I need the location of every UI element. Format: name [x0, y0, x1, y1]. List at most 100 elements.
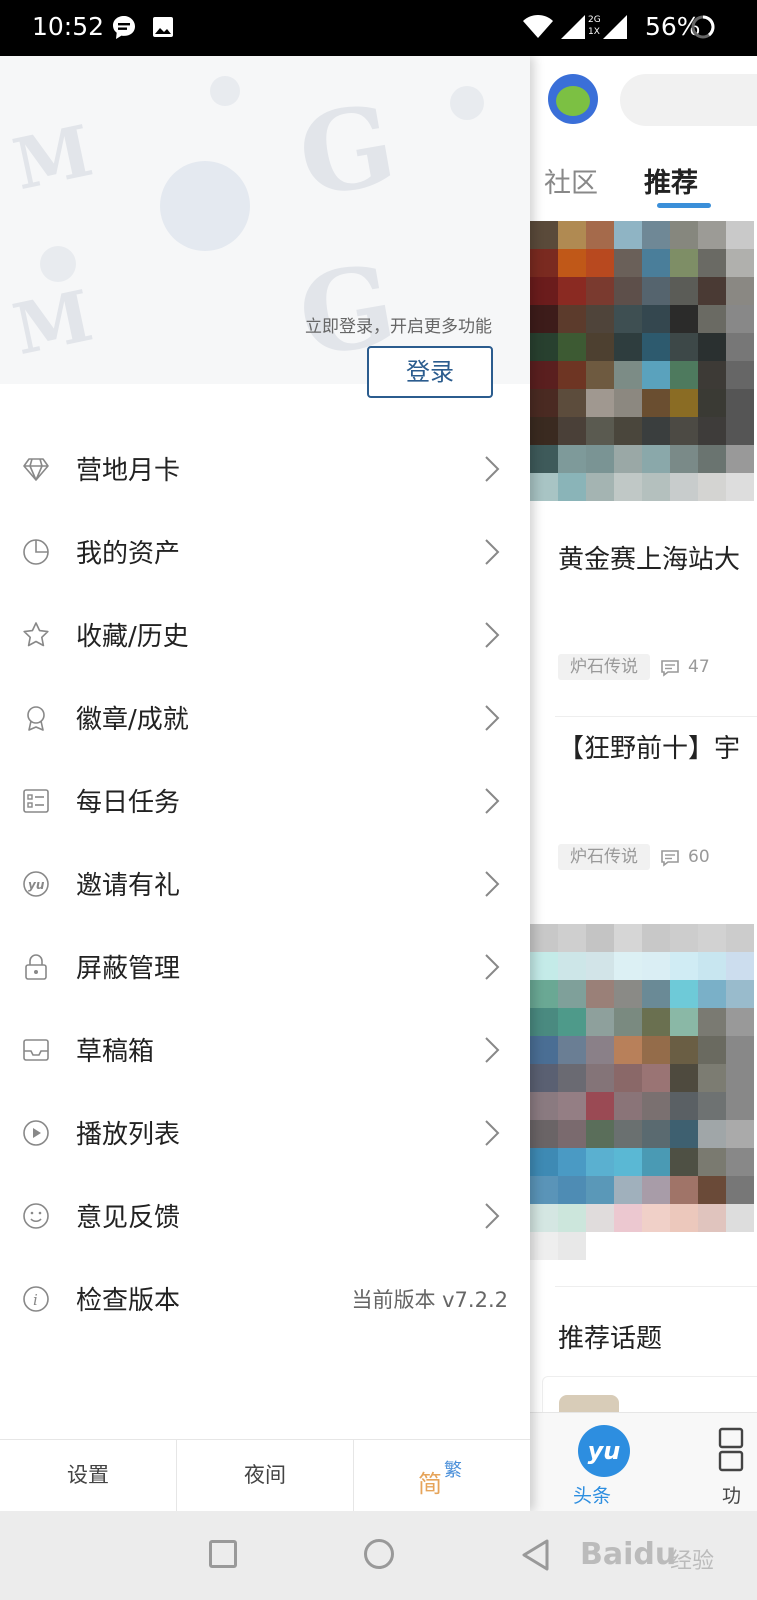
inbox-icon — [23, 1039, 49, 1061]
drawer-header: M G M G 立即登录，开启更多功能 — [0, 56, 530, 384]
background-pattern — [210, 76, 240, 106]
comment-count: 60 — [688, 847, 710, 867]
comment-count: 47 — [688, 657, 710, 677]
game-tag[interactable]: 炉石传说 — [558, 844, 650, 870]
card-thumbnail-pixelated[interactable] — [530, 221, 754, 501]
background-pattern — [450, 86, 484, 120]
play-circle-icon — [23, 1120, 49, 1146]
chevron-right-icon — [485, 539, 500, 565]
chevron-right-icon — [485, 705, 500, 731]
comment-icon — [661, 660, 679, 677]
menu-label: 每日任务 — [76, 788, 181, 818]
badge-icon — [27, 706, 45, 731]
menu-item-drafts[interactable]: 草稿箱 — [0, 1009, 530, 1091]
menu-item-monthly-card[interactable]: 营地月卡 — [0, 428, 530, 510]
menu-item-daily-tasks[interactable]: 每日任务 — [0, 760, 530, 842]
tab-community[interactable]: 社区 — [544, 161, 598, 200]
nav-label-headlines[interactable]: 头条 — [573, 1481, 611, 1508]
svg-text:yu: yu — [28, 878, 45, 892]
chevron-right-icon — [485, 456, 500, 482]
grid-icon[interactable] — [718, 1427, 748, 1473]
checklist-icon — [23, 789, 49, 813]
feed-panel: 社区 推荐 黄金赛上海站大 炉石传说 47 【狂野前十】宇 炉石传说 60 推荐… — [530, 56, 757, 1511]
lock-icon — [25, 954, 47, 980]
back-button[interactable] — [520, 1538, 550, 1572]
status-bar: 10:52 2G 1X 56% — [0, 0, 757, 56]
menu-label: 检查版本 — [76, 1286, 181, 1316]
menu-label: 邀请有礼 — [76, 871, 181, 901]
current-version: 当前版本 v7.2.2 — [351, 1288, 508, 1312]
card-title[interactable]: 黄金赛上海站大 — [558, 539, 740, 576]
card-thumbnail-pixelated[interactable] — [530, 924, 754, 1260]
background-pattern — [160, 161, 250, 251]
divider — [353, 1440, 354, 1512]
menu-label: 徽章/成就 — [76, 705, 189, 735]
menu-item-block-management[interactable]: 屏蔽管理 — [0, 926, 530, 1008]
home-button[interactable] — [364, 1539, 394, 1569]
menu-item-invite-rewards[interactable]: yu 邀请有礼 — [0, 843, 530, 925]
divider — [555, 1286, 757, 1287]
menu-item-playlist[interactable]: 播放列表 — [0, 1092, 530, 1174]
image-icon — [153, 17, 173, 37]
chevron-right-icon — [485, 788, 500, 814]
svg-text:i: i — [33, 1291, 38, 1309]
login-hint: 立即登录，开启更多功能 — [305, 317, 492, 337]
menu-item-check-version[interactable]: i 检查版本 当前版本 v7.2.2 — [0, 1258, 530, 1340]
battery-ring-icon — [691, 15, 715, 39]
night-mode-button[interactable]: 夜间 — [177, 1440, 353, 1512]
drawer-bottom-bar: 设置 夜间 简 繁 — [0, 1439, 530, 1512]
divider — [555, 716, 757, 717]
smile-icon — [23, 1203, 49, 1229]
background-pattern: G — [289, 78, 405, 223]
menu-label: 屏蔽管理 — [76, 954, 181, 984]
login-button[interactable]: 登录 — [367, 346, 493, 398]
chevron-right-icon — [485, 954, 500, 980]
menu-item-my-assets[interactable]: 我的资产 — [0, 511, 530, 593]
simplified-chinese-label: 简 — [418, 1470, 442, 1498]
status-time: 10:52 — [32, 12, 105, 41]
network-type-label: 2G 1X — [588, 15, 601, 37]
search-input[interactable] — [620, 74, 757, 126]
star-icon — [23, 622, 49, 647]
traditional-chinese-label: 繁 — [444, 1460, 462, 1481]
chevron-right-icon — [485, 1120, 500, 1146]
message-icon — [113, 16, 135, 39]
diamond-icon — [23, 458, 49, 481]
chevron-right-icon — [485, 871, 500, 897]
chevron-right-icon — [485, 1037, 500, 1063]
menu-label: 收藏/历史 — [76, 622, 189, 652]
watermark-subtitle: 经验 — [670, 1549, 715, 1574]
menu-label: 草稿箱 — [76, 1037, 155, 1067]
signal-icon-secondary — [603, 15, 627, 39]
section-title: 推荐话题 — [558, 1324, 663, 1354]
bottom-navigation: yu 头条 功 — [530, 1412, 757, 1512]
background-pattern: M — [6, 108, 100, 207]
info-icon: i — [23, 1286, 49, 1312]
yu-logo-icon[interactable]: yu — [578, 1425, 630, 1477]
wifi-icon — [523, 15, 553, 38]
tab-recommend[interactable]: 推荐 — [644, 161, 698, 200]
menu-label: 营地月卡 — [76, 456, 181, 486]
language-toggle-button[interactable]: 简 繁 — [418, 1456, 468, 1498]
menu-label: 播放列表 — [76, 1120, 181, 1150]
menu-label: 意见反馈 — [76, 1203, 181, 1233]
side-drawer: M G M G 立即登录，开启更多功能 登录 营地月卡 我的资产 收藏/历史 徽… — [0, 56, 530, 1512]
signal-icon — [561, 15, 585, 39]
chevron-right-icon — [485, 622, 500, 648]
yu-circle-icon: yu — [23, 871, 49, 897]
menu-item-badges-achievements[interactable]: 徽章/成就 — [0, 677, 530, 759]
card-title[interactable]: 【狂野前十】宇 — [558, 728, 740, 765]
pie-chart-icon — [23, 539, 49, 565]
user-avatar[interactable] — [548, 74, 598, 124]
menu-item-feedback[interactable]: 意见反馈 — [0, 1175, 530, 1257]
background-pattern: M — [6, 273, 100, 372]
nav-label-functions[interactable]: 功 — [722, 1481, 741, 1508]
settings-button[interactable]: 设置 — [0, 1440, 176, 1512]
avatar-face-icon — [556, 86, 590, 116]
system-navigation-bar: Baidu 经验 — [0, 1511, 757, 1600]
comment-icon — [661, 850, 679, 867]
menu-item-favorites-history[interactable]: 收藏/历史 — [0, 594, 530, 676]
game-tag[interactable]: 炉石传说 — [558, 654, 650, 680]
active-tab-indicator — [657, 203, 711, 208]
recent-apps-button[interactable] — [209, 1540, 237, 1568]
